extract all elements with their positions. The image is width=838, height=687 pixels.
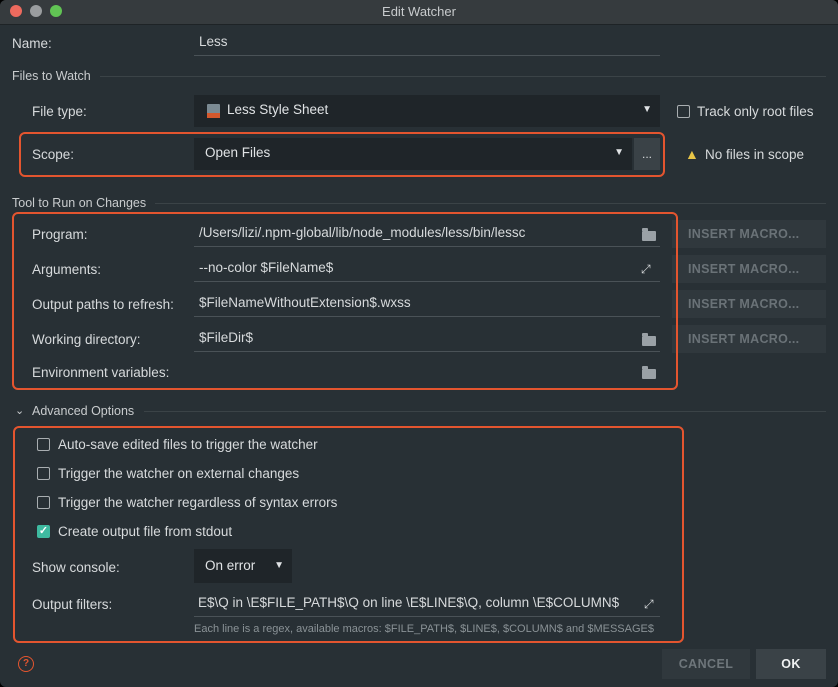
output-filters-input[interactable]: E$\Q in \E$FILE_PATH$\Q on line \E$LINE$… <box>194 592 660 617</box>
file-type-value: Less Style Sheet <box>227 102 329 117</box>
scope-select[interactable]: Open Files ▼ <box>194 138 632 170</box>
insert-macro-button-output[interactable]: INSERT MACRO... <box>672 290 826 318</box>
scope-warning-text: No files in scope <box>705 147 805 162</box>
checkmark-icon: ✓ <box>38 525 49 537</box>
title-bar: Edit Watcher <box>0 0 838 25</box>
output-filters-label: Output filters: <box>32 597 113 612</box>
arguments-value: --no-color $FileName$ <box>199 260 334 275</box>
file-type-label: File type: <box>32 104 87 119</box>
scope-browse-button[interactable]: ... <box>634 138 660 170</box>
autosave-label: Auto-save edited files to trigger the wa… <box>58 437 318 452</box>
program-value: /Users/lizi/.npm-global/lib/node_modules… <box>199 225 526 240</box>
insert-macro-button-workdir[interactable]: INSERT MACRO... <box>672 325 826 353</box>
section-divider <box>144 411 826 412</box>
less-file-icon <box>207 104 220 118</box>
output-filters-value: E$\Q in \E$FILE_PATH$\Q on line \E$LINE$… <box>198 595 620 610</box>
autosave-checkbox[interactable] <box>37 438 50 451</box>
expand-icon[interactable]: ⤢ <box>641 597 654 612</box>
external-changes-label: Trigger the watcher on external changes <box>58 466 300 481</box>
environment-variables-value <box>194 363 199 378</box>
output-paths-input[interactable]: $FileNameWithoutExtension$.wxss <box>194 292 660 317</box>
environment-variables-label: Environment variables: <box>32 365 170 380</box>
working-directory-value: $FileDir$ <box>199 330 254 345</box>
files-to-watch-heading: Files to Watch <box>12 69 91 83</box>
insert-macro-button-program[interactable]: INSERT MACRO... <box>672 220 826 248</box>
output-filters-hint: Each line is a regex, available macros: … <box>194 623 654 635</box>
advanced-options-heading[interactable]: Advanced Options <box>32 404 134 418</box>
track-root-checkbox[interactable] <box>677 105 690 118</box>
file-type-select[interactable]: Less Style Sheet ▼ <box>194 95 660 127</box>
name-label: Name: <box>12 36 52 51</box>
output-paths-value: $FileNameWithoutExtension$.wxss <box>199 295 411 310</box>
help-icon[interactable]: ? <box>18 656 34 672</box>
chevron-down-icon: ▼ <box>642 104 652 115</box>
show-console-select[interactable]: On error ▼ <box>194 549 292 583</box>
arguments-input[interactable]: --no-color $FileName$ <box>194 257 660 282</box>
name-input[interactable]: Less <box>194 31 660 56</box>
environment-variables-input[interactable] <box>194 360 660 384</box>
chevron-down-icon: ▼ <box>614 147 624 158</box>
folder-icon[interactable] <box>642 333 656 346</box>
folder-icon[interactable] <box>642 366 656 379</box>
chevron-down-icon[interactable]: ⌄ <box>15 404 24 417</box>
ok-button[interactable]: OK <box>756 649 826 679</box>
expand-icon[interactable]: ⤢ <box>641 262 651 277</box>
stdout-checkbox[interactable]: ✓ <box>37 525 50 538</box>
output-paths-label: Output paths to refresh: <box>32 297 174 312</box>
folder-icon[interactable] <box>642 228 656 241</box>
external-changes-checkbox[interactable] <box>37 467 50 480</box>
working-directory-label: Working directory: <box>32 332 141 347</box>
insert-macro-button-arguments[interactable]: INSERT MACRO... <box>672 255 826 283</box>
working-directory-input[interactable]: $FileDir$ <box>194 327 660 352</box>
program-input[interactable]: /Users/lizi/.npm-global/lib/node_modules… <box>194 222 660 247</box>
show-console-value: On error <box>205 558 256 573</box>
program-label: Program: <box>32 227 88 242</box>
edit-watcher-dialog: Edit Watcher Name: Less Files to Watch F… <box>0 0 838 687</box>
track-root-label: Track only root files <box>697 104 814 119</box>
scope-value: Open Files <box>205 145 271 160</box>
section-divider <box>100 76 826 77</box>
tool-heading: Tool to Run on Changes <box>12 196 147 210</box>
cancel-button[interactable]: CANCEL <box>662 649 750 679</box>
warning-icon: ▲ <box>685 146 699 162</box>
syntax-errors-label: Trigger the watcher regardless of syntax… <box>58 495 338 510</box>
stdout-label: Create output file from stdout <box>58 524 233 539</box>
window-title: Edit Watcher <box>382 4 456 19</box>
chevron-down-icon: ▼ <box>274 560 284 571</box>
arguments-label: Arguments: <box>32 262 102 277</box>
section-divider <box>155 203 826 204</box>
scope-label: Scope: <box>32 147 75 162</box>
name-value: Less <box>199 34 228 49</box>
syntax-errors-checkbox[interactable] <box>37 496 50 509</box>
show-console-label: Show console: <box>32 560 120 575</box>
